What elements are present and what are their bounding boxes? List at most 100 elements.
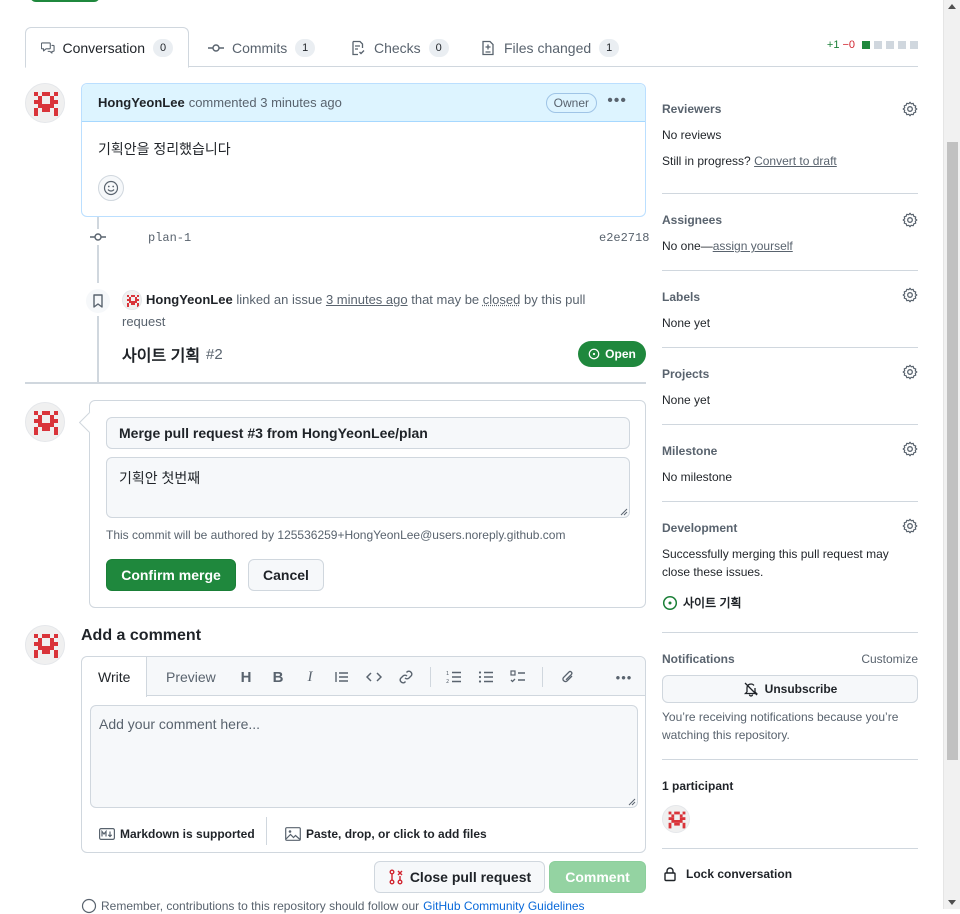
event-text: linked an issue [236, 292, 323, 307]
tab-checks[interactable]: Checks 0 [335, 27, 464, 68]
image-icon [285, 827, 301, 841]
avatar[interactable] [25, 402, 65, 442]
sidebar-projects: Projects None yet [662, 348, 918, 425]
bookmark-icon [93, 294, 103, 308]
identicon-icon [26, 84, 64, 122]
development-title[interactable]: Development [662, 521, 737, 535]
event-author[interactable]: HongYeonLee [146, 292, 233, 307]
diffstat: +1 −0 [827, 39, 918, 51]
comment-time[interactable]: 3 minutes ago [260, 95, 342, 110]
resize-grip-icon[interactable] [620, 508, 628, 516]
tab-write[interactable]: Write [82, 657, 148, 697]
linked-issue-title[interactable]: 사이트 기획 [122, 342, 200, 366]
gear-icon[interactable] [902, 287, 918, 303]
bold-icon[interactable]: B [268, 667, 288, 687]
add-reaction-button[interactable] [98, 175, 124, 201]
task-list-icon[interactable] [508, 667, 528, 687]
kebab-horizontal-icon[interactable]: ••• [614, 667, 634, 687]
diffstat-block [910, 41, 918, 49]
sidebar-labels: Labels None yet [662, 271, 918, 348]
markdown-note[interactable]: Markdown is supported [99, 827, 255, 841]
assign-yourself-link[interactable]: assign yourself [713, 239, 793, 253]
gear-icon[interactable] [902, 518, 918, 534]
customize-link[interactable]: Customize [861, 650, 918, 668]
gear-icon[interactable] [902, 212, 918, 228]
commit-sha[interactable]: e2e2718 [599, 231, 649, 245]
reviewers-value: No reviews [662, 128, 722, 142]
ordered-list-icon[interactable]: 12 [444, 667, 464, 687]
footer-divider [266, 817, 267, 845]
kebab-horizontal-icon[interactable]: ••• [607, 92, 627, 110]
editor-footer: Markdown is supported Paste, drop, or cl… [82, 817, 645, 853]
bell-slash-icon [743, 682, 758, 697]
cancel-button[interactable]: Cancel [248, 559, 324, 591]
projects-title[interactable]: Projects [662, 367, 709, 381]
checklist-icon [352, 40, 365, 55]
unordered-list-icon[interactable] [476, 667, 496, 687]
info-icon [81, 898, 97, 914]
milestone-title[interactable]: Milestone [662, 444, 717, 458]
tab-files-changed[interactable]: Files changed 1 [465, 27, 634, 68]
linked-issue[interactable]: 사이트 기획 #2 [122, 342, 223, 366]
labels-title[interactable]: Labels [662, 290, 700, 304]
confirm-merge-button[interactable]: Confirm merge [106, 559, 236, 591]
assignees-title[interactable]: Assignees [662, 213, 722, 227]
avatar[interactable] [25, 625, 65, 665]
lock-icon [664, 867, 676, 882]
tab-checks-label: Checks [374, 39, 421, 56]
paperclip-icon[interactable] [558, 667, 578, 687]
timeline-line [97, 217, 99, 283]
comment-button[interactable]: Comment [549, 861, 646, 893]
unsubscribe-button[interactable]: Unsubscribe [662, 675, 918, 703]
tab-conversation[interactable]: Conversation 0 [25, 27, 189, 68]
git-pull-request-closed-icon [389, 869, 403, 885]
gear-icon[interactable] [902, 101, 918, 117]
gear-icon[interactable] [902, 441, 918, 457]
link-icon[interactable] [396, 667, 416, 687]
tab-commits-count: 1 [295, 38, 316, 57]
heading-icon[interactable]: H [236, 667, 256, 687]
scroll-down-icon[interactable] [948, 900, 956, 905]
tab-commits[interactable]: Commits 1 [193, 27, 330, 68]
scrollbar-thumb[interactable] [947, 142, 958, 760]
convert-to-draft-link[interactable]: Convert to draft [754, 154, 837, 168]
git-commit-icon [208, 43, 224, 52]
reviewers-title[interactable]: Reviewers [662, 102, 721, 116]
development-issue[interactable]: 사이트 기획 [662, 594, 742, 611]
diffstat-added: +1 [826, 39, 840, 51]
guidelines-note: Remember, contributions to this reposito… [81, 898, 585, 914]
code-icon[interactable] [364, 667, 384, 687]
scrollbar[interactable] [943, 0, 960, 909]
sidebar-notifications: Notifications Customize Unsubscribe You’… [662, 633, 918, 760]
git-commit-icon [90, 229, 106, 245]
issue-opened-icon [588, 348, 600, 360]
reviewers-status-text: Still in progress? [662, 154, 751, 168]
guidelines-link[interactable]: GitHub Community Guidelines [423, 899, 584, 913]
participant-avatar[interactable] [662, 805, 690, 833]
toolbar-divider [430, 667, 431, 687]
reviewers-status: Still in progress? Convert to draft [662, 152, 837, 170]
comment-author[interactable]: HongYeonLee [98, 95, 185, 110]
markdown-icon [99, 828, 115, 840]
quote-icon[interactable] [332, 667, 352, 687]
comment-textarea[interactable]: Add your comment here... [90, 705, 638, 808]
close-pull-request-button[interactable]: Close pull request [374, 861, 545, 893]
merge-body-input[interactable]: 기획안 첫번째 [106, 457, 630, 518]
resize-grip-icon[interactable] [628, 798, 636, 806]
tab-preview[interactable]: Preview [150, 657, 232, 697]
attach-files[interactable]: Paste, drop, or click to add files [285, 827, 487, 841]
editor-toolbar: Write Preview H B I 12 ••• [82, 657, 645, 697]
event-time[interactable]: 3 minutes ago [326, 292, 408, 307]
italic-icon[interactable]: I [300, 667, 320, 687]
scroll-up-icon[interactable] [948, 4, 956, 9]
participants-title: 1 participant [662, 779, 734, 793]
top-action-button[interactable] [30, 0, 100, 2]
commit-message[interactable]: plan-1 [148, 231, 191, 245]
gear-icon[interactable] [902, 364, 918, 380]
issue-status-badge: Open [578, 341, 646, 367]
avatar[interactable] [25, 83, 65, 123]
merge-title-input[interactable]: Merge pull request #3 from HongYeonLee/p… [106, 417, 630, 449]
lock-conversation[interactable]: Lock conversation [662, 866, 792, 882]
assignees-value: No one—assign yourself [662, 237, 793, 255]
sidebar-development: Development Successfully merging this pu… [662, 502, 918, 633]
